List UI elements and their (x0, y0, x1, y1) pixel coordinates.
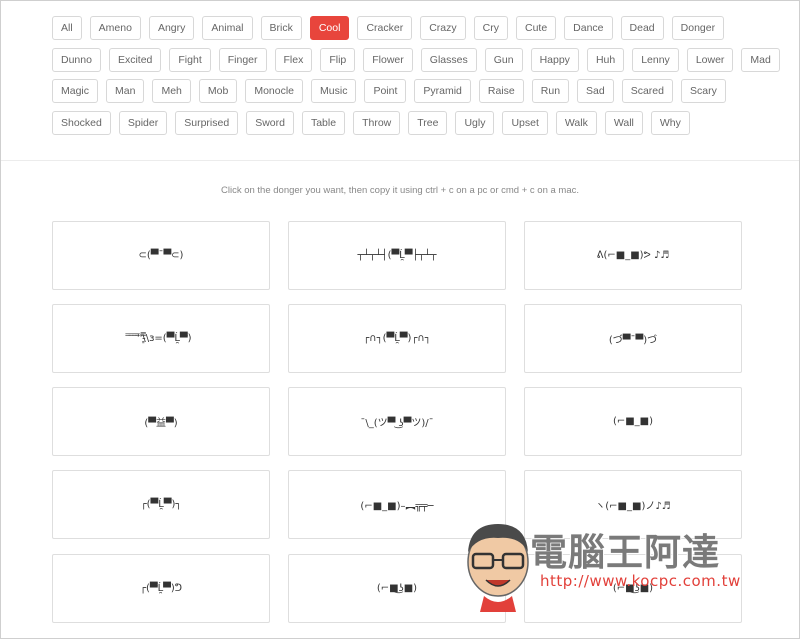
donger-card[interactable]: ┌(▀Ĺ̯▀)┐ (52, 470, 270, 539)
tag-shocked[interactable]: Shocked (52, 110, 111, 135)
donger-card[interactable]: ┌∩┐(▀̿Ĺ̯▀̿)┌∩┐ (288, 304, 506, 373)
tag-crazy[interactable]: Crazy (420, 16, 466, 40)
tag-run[interactable]: Run (531, 79, 570, 103)
tag-throw[interactable]: Throw (353, 110, 401, 135)
tag-surprised[interactable]: Surprised (175, 110, 239, 135)
tag-huh[interactable]: Huh (586, 47, 625, 72)
tag-cool[interactable]: Cool (309, 16, 350, 40)
tag-meh[interactable]: Meh (152, 79, 191, 103)
tag-magic[interactable]: Magic (52, 79, 99, 103)
watermark: 電腦王阿達 http://www.kocpc.com.tw (460, 512, 760, 612)
tag-angry[interactable]: Angry (148, 16, 195, 40)
tag-cracker[interactable]: Cracker (357, 16, 413, 40)
tag-cry[interactable]: Cry (473, 16, 508, 40)
instructions-text: Click on the donger you want, then copy … (220, 185, 580, 196)
tag-animal[interactable]: Animal (202, 16, 253, 40)
divider (1, 160, 799, 161)
donger-card[interactable]: ⊂(▀¯▀⊂) (52, 221, 270, 290)
donger-card[interactable]: (づ▀¯▀)づ (524, 304, 742, 373)
donger-card[interactable]: ̿ ̿ ̿'̿'\̵͇̿̿\з=(▀̿Ĺ̯▀̿) (52, 304, 270, 373)
tag-lenny[interactable]: Lenny (632, 47, 679, 72)
tag-point[interactable]: Point (364, 79, 407, 103)
tag-row: Dunno Excited Fight Finger Flex Flip Flower Gla… (52, 47, 780, 72)
tag-happy[interactable]: Happy (530, 47, 579, 72)
tag-ugly[interactable]: Ugly (455, 110, 495, 135)
tag-upset[interactable]: Upset (502, 110, 548, 135)
tag-row: Magic Man Meh Mob Monocle Music Point Pyramid Ra… (52, 79, 752, 103)
tag-row: Shocked Spider Surprised Sword Table Throw Tre… (52, 110, 752, 135)
tag-dead[interactable]: Dead (620, 16, 664, 40)
tag-tree[interactable]: Tree (408, 110, 448, 135)
tag-sword[interactable]: Sword (246, 110, 294, 135)
tag-spider[interactable]: Spider (118, 110, 168, 135)
tag-dance[interactable]: Dance (564, 16, 613, 40)
tag-table[interactable]: Table (301, 110, 346, 135)
tag-sad[interactable]: Sad (577, 79, 614, 103)
tag-row: All Ameno Angry Animal Brick Cool Cracker Crazy… (52, 16, 752, 40)
watermark-title: 電腦王阿達 (530, 531, 720, 574)
tag-glasses[interactable]: Glasses (420, 47, 477, 72)
tag-flip[interactable]: Flip (320, 47, 356, 72)
donger-card[interactable]: ┌(▀̿Ĺ̯▀̿)ᕤ (52, 554, 270, 623)
tag-fight[interactable]: Fight (169, 47, 211, 72)
tag-dunno[interactable]: Dunno (52, 47, 101, 72)
tag-monocle[interactable]: Monocle (245, 79, 304, 103)
donger-card[interactable]: (▀益▀) (52, 387, 270, 456)
tag-pyramid[interactable]: Pyramid (414, 79, 471, 103)
tag-mad[interactable]: Mad (741, 47, 780, 72)
tag-all[interactable]: All (52, 16, 82, 40)
tag-donger[interactable]: Donger (671, 16, 725, 40)
tag-walk[interactable]: Walk (555, 110, 597, 135)
donger-card[interactable]: ᕕ(⌐■_■)ᕗ ♪♬ (524, 221, 742, 290)
tag-why[interactable]: Why (650, 110, 690, 135)
tag-cute[interactable]: Cute (515, 16, 557, 40)
tag-scared[interactable]: Scared (621, 79, 673, 103)
tag-flex[interactable]: Flex (274, 47, 313, 72)
tag-scary[interactable]: Scary (681, 79, 726, 103)
tag-brick[interactable]: Brick (260, 16, 302, 40)
donger-card[interactable]: ┬┴┬┴┤(▀̿Ĺ̯▀̿├┬┴┬ (288, 221, 506, 290)
tag-music[interactable]: Music (311, 79, 357, 103)
tag-man[interactable]: Man (106, 79, 145, 103)
tag-flower[interactable]: Flower (363, 47, 413, 72)
tag-ameno[interactable]: Ameno (89, 16, 141, 40)
tag-raise[interactable]: Raise (478, 79, 524, 103)
category-tags: All Ameno Angry Animal Brick Cool Cracker Crazy… (52, 16, 780, 142)
tag-wall[interactable]: Wall (604, 110, 643, 135)
tag-excited[interactable]: Excited (108, 47, 162, 72)
donger-card[interactable]: ¯\_(ツ▀ ͜ʖ▀ツ)/¯ (288, 387, 506, 456)
tag-mob[interactable]: Mob (198, 79, 238, 103)
tag-lower[interactable]: Lower (686, 47, 734, 72)
watermark-mascot-icon (467, 524, 529, 612)
tag-finger[interactable]: Finger (218, 47, 267, 72)
donger-card[interactable]: (⌐■_■) (524, 387, 742, 456)
tag-gun[interactable]: Gun (484, 47, 523, 72)
watermark-url: http://www.kocpc.com.tw (540, 572, 741, 590)
